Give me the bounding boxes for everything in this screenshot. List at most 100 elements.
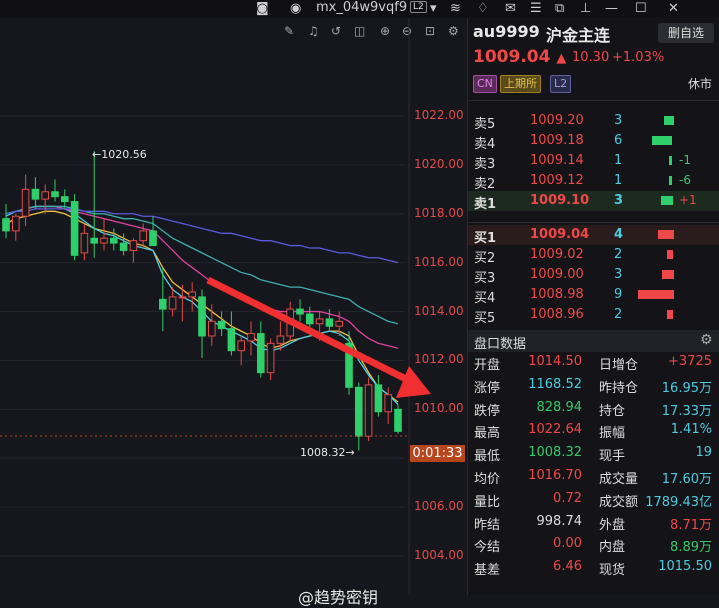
candle-body	[355, 386, 363, 437]
quote-panel: au9999 沪金主连 删自选 1009.04 ▲ 10.30 +1.03% C…	[467, 18, 719, 595]
price-tick-label: 1016.00	[414, 254, 464, 269]
stat-value: 828.94	[536, 399, 583, 415]
bid-row[interactable]: 买3 1009.00 3	[468, 265, 719, 286]
stat-value: 998.74	[536, 513, 583, 529]
bot-icon[interactable]: ◙	[256, 1, 269, 16]
tag-l2: L2	[550, 75, 572, 93]
menu-icon[interactable]: ☰	[530, 1, 542, 16]
candle-body	[139, 230, 147, 242]
section-header: 盘口数据 ⚙	[468, 330, 719, 352]
ask-row[interactable]: 卖1 1009.10 3 +1	[468, 191, 719, 212]
symbol-code: au9999	[473, 22, 540, 41]
candle-body	[41, 191, 50, 200]
stat-label: 最低	[474, 449, 501, 465]
volume-bar	[667, 250, 673, 259]
symbol-name: 沪金主连	[546, 26, 611, 45]
layers-icon[interactable]: ≋	[450, 1, 461, 16]
bid-row[interactable]: 买2 1009.02 2	[468, 245, 719, 266]
stat-value: 1789.43亿	[645, 494, 712, 510]
candle-body	[110, 237, 118, 244]
dropdown-icon[interactable]: ▾	[430, 1, 437, 16]
stat-label: 现手	[599, 449, 626, 465]
level-price: 1009.20	[530, 113, 584, 128]
restore-icon[interactable]: ⧉	[555, 1, 564, 16]
level-volume: 4	[614, 227, 624, 242]
shirt-icon[interactable]: ♢	[477, 1, 489, 16]
level-price: 1009.02	[530, 247, 584, 262]
avatar[interactable]: ◉	[290, 1, 301, 16]
level-label: 卖2	[474, 177, 496, 192]
trend-arrow-head	[396, 366, 431, 398]
candle-body	[178, 296, 187, 299]
up-arrow-icon: ▲	[556, 51, 567, 66]
current-price-tag: 0:01:33	[410, 445, 465, 462]
level-price: 1009.10	[530, 193, 590, 208]
candle-body	[12, 215, 20, 232]
candle-body	[276, 335, 285, 344]
stat-value: 16.95万	[661, 380, 712, 396]
volume-change: -6	[679, 173, 691, 187]
level-price: 1009.04	[530, 227, 590, 242]
level-volume: 3	[614, 267, 623, 282]
stat-value: 1014.50	[528, 354, 582, 369]
pin-icon[interactable]: ⊥	[580, 1, 591, 16]
last-price: 1009.04 ▲	[473, 47, 567, 67]
low-annotation: 1008.32→	[300, 446, 355, 459]
candle-body	[188, 291, 196, 298]
volume-change: -1	[679, 153, 691, 167]
level-label: 卖1	[474, 197, 497, 212]
volume-bar	[658, 230, 674, 239]
remove-watchlist-button[interactable]: 删自选	[658, 23, 714, 43]
bid-row[interactable]: 买4 1008.98 9	[468, 285, 719, 306]
maximize-icon[interactable]: ☐	[635, 1, 647, 16]
stat-value: 19	[695, 445, 712, 461]
level-volume: 3	[614, 193, 624, 208]
settings-icon[interactable]: ⚙	[700, 332, 713, 348]
candle-body	[21, 188, 30, 217]
level-label: 买1	[474, 231, 497, 246]
candle-body	[31, 188, 40, 200]
stat-value: 1008.32	[528, 445, 582, 461]
section-title: 盘口数据	[474, 337, 527, 352]
candle-body	[217, 320, 226, 330]
volume-bar	[661, 196, 673, 205]
candle-body	[296, 308, 304, 315]
stat-label: 昨结	[474, 517, 501, 533]
price-tick-label: 1020.00	[414, 156, 464, 171]
level-volume: 2	[614, 247, 623, 262]
candle-body	[159, 298, 167, 310]
stat-label: 内盘	[599, 540, 626, 556]
username[interactable]: mx_04w9vqf9	[316, 0, 407, 15]
tag-exchange: 上期所	[500, 75, 541, 93]
level-price: 1008.96	[530, 307, 584, 322]
ask-row[interactable]: 卖5 1009.20 3	[468, 111, 719, 132]
mail-icon[interactable]: ✉	[505, 1, 516, 16]
stat-value: 1015.50	[658, 559, 712, 575]
ask-row[interactable]: 卖2 1009.12 1 -6	[468, 171, 719, 192]
kline-chart[interactable]: ✎ ♫ ↺ ◫ ⊕ ⊖ ⊡ ⚙ 1022.00 1020.00 1018.00 101…	[0, 18, 467, 607]
bid-row[interactable]: 买1 1009.04 4	[468, 225, 719, 246]
minimize-icon[interactable]: —	[605, 1, 618, 16]
candle-body	[70, 201, 79, 256]
candle-body	[149, 230, 157, 247]
stat-value: +3725	[668, 354, 712, 369]
high-annotation: ←1020.56	[92, 148, 147, 161]
ask-row[interactable]: 卖4 1009.18 6	[468, 131, 719, 152]
stat-label: 均价	[474, 472, 501, 487]
stat-value: 1.41%	[670, 422, 712, 438]
level-volume: 1	[614, 153, 623, 168]
bid-row[interactable]: 买5 1008.96 2	[468, 305, 719, 326]
level-label: 卖5	[474, 117, 496, 132]
price-tick-label: 1022.00	[414, 108, 464, 122]
level-label: 买4	[474, 291, 496, 306]
volume-change: +1	[679, 193, 697, 207]
level-price: 1009.18	[530, 133, 584, 148]
candle-body	[208, 320, 216, 337]
ask-row[interactable]: 卖3 1009.14 1 -1	[468, 151, 719, 172]
tag-cn: CN	[473, 75, 497, 93]
stat-label: 现货	[599, 563, 626, 579]
close-icon[interactable]: ✕	[668, 1, 679, 16]
candle-body	[325, 318, 334, 327]
price-tick-label: 1004.00	[414, 548, 464, 562]
volume-bar	[667, 310, 673, 319]
